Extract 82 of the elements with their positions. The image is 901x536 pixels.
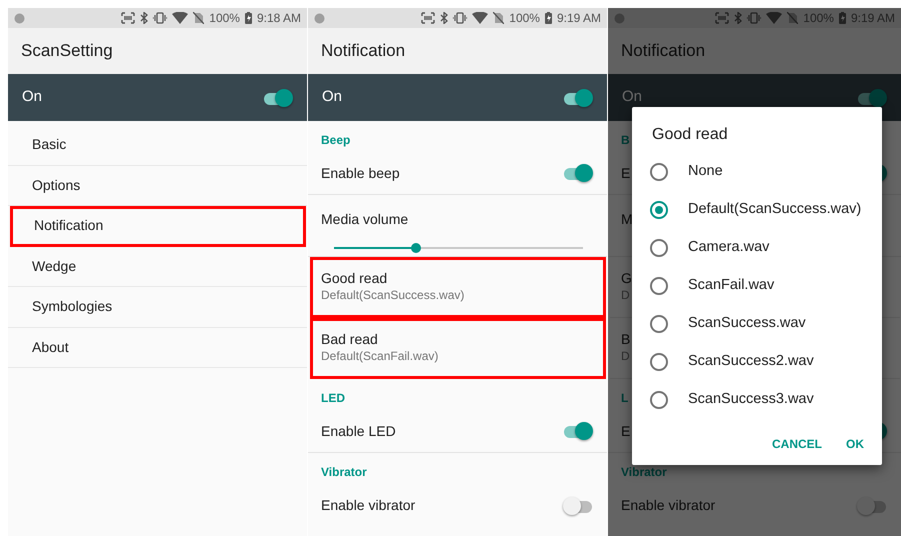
section-header: B (621, 133, 630, 147)
toggle-switch[interactable] (857, 88, 887, 106)
radio-button[interactable] (650, 201, 668, 219)
section-header: Beep (321, 133, 350, 147)
toggle-switch[interactable] (563, 496, 593, 514)
option-label[interactable]: Default(ScanSuccess.wav) (688, 199, 862, 221)
preference-title: G (621, 270, 632, 286)
toggle-switch[interactable] (563, 164, 593, 182)
menu-item[interactable]: Wedge (8, 246, 307, 287)
section-header: Vibrator (321, 465, 367, 479)
no-sim-icon (193, 12, 204, 24)
clock-time: 9:19 AM (850, 10, 895, 27)
status-dot-icon (14, 12, 25, 24)
bluetooth-icon (140, 12, 148, 24)
preference-item[interactable]: Good read Default(ScanSuccess.wav) (310, 257, 606, 318)
screen-title: ScanSetting (21, 40, 113, 62)
status-dot-icon (314, 12, 325, 24)
no-sim-icon (787, 12, 798, 24)
menu-item[interactable]: Notification (10, 206, 306, 246)
switch-label: On (622, 87, 642, 108)
radio-button[interactable] (650, 353, 668, 371)
radio-button[interactable] (650, 315, 668, 333)
setting-label: Enable beep (321, 164, 400, 183)
battery-icon (838, 12, 846, 24)
preference-item[interactable]: Bad read Default(ScanFail.wav) (310, 318, 606, 379)
menu-item[interactable]: Symbologies (8, 287, 307, 328)
dialog-title: Good read (651, 125, 729, 145)
setting-label: E (621, 164, 630, 182)
screen-title: Notification (321, 40, 406, 62)
setting-label: E (621, 422, 630, 440)
preference-title: B (621, 331, 630, 347)
setting-label: Media volume (321, 211, 408, 227)
dialog-button[interactable]: OK (836, 429, 874, 459)
scanner-icon (121, 12, 136, 24)
radio-button[interactable] (650, 391, 668, 409)
dialog-button[interactable]: CANCEL (762, 429, 832, 459)
battery-icon (244, 12, 252, 24)
toggle-switch[interactable] (563, 88, 593, 106)
option-label[interactable]: ScanSuccess2.wav (688, 351, 814, 373)
section-header: L (621, 391, 628, 405)
vibrate-icon (453, 12, 468, 24)
battery-percentage: 100% (209, 10, 240, 27)
screen-title: Notification (621, 40, 706, 62)
wifi-icon (766, 12, 782, 24)
clock-time: 9:18 AM (256, 10, 301, 27)
menu-item[interactable]: About (8, 328, 307, 368)
battery-percentage: 100% (509, 10, 540, 27)
no-sim-icon (493, 12, 504, 24)
vibrate-icon (153, 12, 168, 24)
toggle-switch[interactable] (563, 422, 593, 440)
setting-label: M (621, 211, 633, 227)
option-label[interactable]: ScanSuccess3.wav (688, 389, 814, 411)
setting-label: Enable LED (321, 422, 396, 440)
vibrate-icon (747, 12, 762, 24)
status-dot-icon (614, 12, 625, 24)
section-header: LED (321, 391, 345, 405)
scanner-icon (715, 12, 730, 24)
radio-button[interactable] (650, 277, 668, 295)
toggle-switch[interactable] (263, 88, 293, 106)
radio-button[interactable] (650, 239, 668, 257)
bluetooth-icon (734, 12, 742, 24)
battery-percentage: 100% (803, 10, 834, 27)
wifi-icon (172, 12, 188, 24)
bluetooth-icon (440, 12, 448, 24)
clock-time: 9:19 AM (556, 10, 601, 27)
scanner-icon (421, 12, 436, 24)
switch-label: On (322, 87, 342, 108)
menu-item[interactable]: Basic (8, 125, 307, 166)
battery-icon (544, 12, 552, 24)
option-label[interactable]: ScanFail.wav (688, 275, 774, 297)
setting-label: Enable vibrator (621, 496, 716, 515)
option-label[interactable]: None (688, 161, 723, 183)
menu-item[interactable]: Options (8, 166, 307, 206)
radio-button[interactable] (650, 163, 668, 181)
wifi-icon (472, 12, 488, 24)
toggle-switch[interactable] (857, 496, 887, 514)
option-label[interactable]: Camera.wav (688, 237, 770, 259)
setting-label: Enable vibrator (321, 496, 416, 515)
section-header: Vibrator (621, 465, 667, 479)
option-label[interactable]: ScanSuccess.wav (688, 313, 806, 335)
slider-thumb[interactable] (411, 243, 422, 253)
switch-label: On (22, 87, 42, 108)
